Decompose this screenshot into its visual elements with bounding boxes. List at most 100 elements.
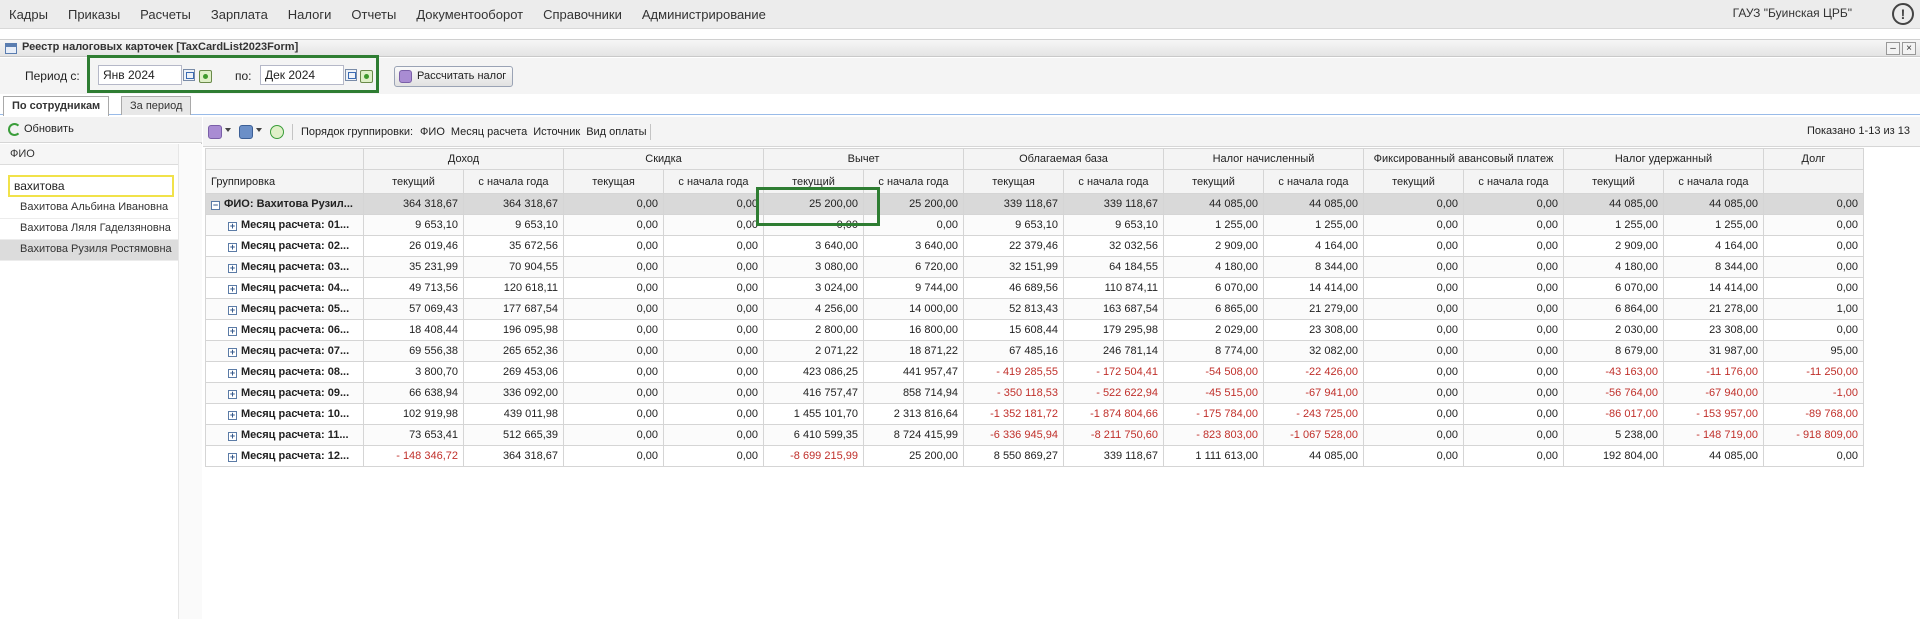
expand-icon[interactable]: + bbox=[228, 411, 237, 420]
month-group-row[interactable]: + Месяц расчета: 04... 49 713,56 120 618,11… bbox=[205, 277, 1864, 299]
expand-icon[interactable]: + bbox=[228, 306, 237, 315]
column-subheader[interactable]: с начала года bbox=[1063, 169, 1164, 194]
tab-by-employee[interactable]: По сотрудникам bbox=[3, 96, 110, 116]
group-field-payment-type[interactable]: Вид оплаты bbox=[586, 126, 646, 138]
month-group-row[interactable]: + Месяц расчета: 06... 18 408,44 196 095,98… bbox=[205, 319, 1864, 341]
column-subheader[interactable]: текущий bbox=[1563, 169, 1664, 194]
group-cell[interactable]: + Месяц расчета: 10... bbox=[205, 403, 364, 425]
month-group-row[interactable]: + Месяц расчета: 03... 35 231,99 70 904,55 0… bbox=[205, 256, 1864, 278]
refresh-button[interactable]: Обновить bbox=[8, 123, 74, 136]
column-group-header[interactable]: Облагаемая база bbox=[963, 148, 1164, 170]
group-cell[interactable]: + Месяц расчета: 08... bbox=[205, 361, 364, 383]
column-subheader[interactable]: с начала года bbox=[1463, 169, 1564, 194]
settings-icon[interactable] bbox=[208, 125, 222, 139]
print-icon[interactable] bbox=[239, 125, 253, 139]
column-subheader[interactable]: с начала года bbox=[1263, 169, 1364, 194]
month-group-row[interactable]: + Месяц расчета: 08... 3 800,70 269 453,06 0… bbox=[205, 361, 1864, 383]
expand-icon[interactable]: + bbox=[228, 285, 237, 294]
tab-by-period[interactable]: За период bbox=[121, 96, 192, 115]
group-cell[interactable]: + Месяц расчета: 07... bbox=[205, 340, 364, 362]
group-field-month[interactable]: Месяц расчета bbox=[451, 126, 527, 138]
column-group-header[interactable]: Скидка bbox=[563, 148, 764, 170]
close-button[interactable]: × bbox=[1902, 42, 1916, 55]
employee-group-row[interactable]: − ФИО: Вахитова Рузил... 364 318,67 364 318… bbox=[205, 193, 1864, 215]
group-cell[interactable]: + Месяц расчета: 09... bbox=[205, 382, 364, 404]
column-subheader[interactable]: с начала года bbox=[463, 169, 564, 194]
column-group-header[interactable]: Доход bbox=[363, 148, 564, 170]
group-cell[interactable]: + Месяц расчета: 02... bbox=[205, 235, 364, 257]
menu-item[interactable]: Кадры bbox=[0, 0, 58, 29]
month-group-row[interactable]: + Месяц расчета: 07... 69 556,38 265 652,36… bbox=[205, 340, 1864, 362]
column-subheader[interactable]: текущий bbox=[1163, 169, 1264, 194]
menu-item[interactable]: Зарплата bbox=[201, 0, 278, 29]
column-group-header[interactable]: Долг bbox=[1763, 148, 1864, 170]
expand-icon[interactable]: + bbox=[228, 327, 237, 336]
employee-item[interactable]: Вахитова Ляля Гаделзяновна bbox=[0, 219, 178, 240]
month-group-row[interactable]: + Месяц расчета: 12... - 148 346,72 364 318… bbox=[205, 445, 1864, 467]
column-subheader[interactable]: с начала года bbox=[663, 169, 764, 194]
group-field-source[interactable]: Источник bbox=[533, 126, 580, 138]
value-cell: 35 231,99 bbox=[363, 256, 464, 278]
group-cell[interactable]: + Месяц расчета: 03... bbox=[205, 256, 364, 278]
dropdown-arrow-icon[interactable] bbox=[225, 128, 231, 132]
expand-icon[interactable]: + bbox=[228, 243, 237, 252]
calculate-tax-button[interactable]: Рассчитать налог bbox=[394, 66, 514, 87]
fio-column-header[interactable]: ФИО bbox=[0, 144, 178, 165]
month-group-row[interactable]: + Месяц расчета: 10... 102 919,98 439 011,9… bbox=[205, 403, 1864, 425]
column-group-header[interactable]: Налог начисленный bbox=[1163, 148, 1364, 170]
column-subheader[interactable]: текущий bbox=[363, 169, 464, 194]
expand-icon[interactable]: + bbox=[228, 453, 237, 462]
collapse-icon[interactable]: − bbox=[211, 201, 220, 210]
value-cell: 8 679,00 bbox=[1563, 340, 1664, 362]
column-subheader[interactable]: с начала года bbox=[863, 169, 964, 194]
expand-icon[interactable]: + bbox=[228, 432, 237, 441]
value-cell: 0,00 bbox=[563, 361, 664, 383]
group-cell[interactable]: − ФИО: Вахитова Рузил... bbox=[205, 193, 364, 215]
column-subheader[interactable]: текущий bbox=[1363, 169, 1464, 194]
expand-icon[interactable]: + bbox=[228, 222, 237, 231]
expand-icon[interactable]: + bbox=[228, 264, 237, 273]
menu-item[interactable]: Администрирование bbox=[632, 0, 776, 29]
menu-item[interactable]: Расчеты bbox=[130, 0, 201, 29]
column-subheader[interactable]: с начала года bbox=[1663, 169, 1764, 194]
column-group-header[interactable]: Вычет bbox=[763, 148, 964, 170]
value-cell: 2 071,22 bbox=[763, 340, 864, 362]
month-group-row[interactable]: + Месяц расчета: 11... 73 653,41 512 665,39… bbox=[205, 424, 1864, 446]
expand-icon[interactable]: + bbox=[228, 348, 237, 357]
group-cell[interactable]: + Месяц расчета: 12... bbox=[205, 445, 364, 467]
alert-icon[interactable]: ! bbox=[1892, 3, 1914, 25]
menu-item[interactable]: Налоги bbox=[278, 0, 342, 29]
group-field-fio[interactable]: ФИО bbox=[420, 126, 445, 138]
column-subheader[interactable] bbox=[1763, 169, 1864, 194]
group-cell[interactable]: + Месяц расчета: 06... bbox=[205, 319, 364, 341]
minimize-button[interactable]: – bbox=[1886, 42, 1900, 55]
refresh-icon[interactable] bbox=[270, 125, 284, 139]
employee-item-selected[interactable]: Вахитова Рузиля Ростямовна bbox=[0, 240, 178, 261]
menu-item[interactable]: Приказы bbox=[58, 0, 130, 29]
menu-item[interactable]: Справочники bbox=[533, 0, 632, 29]
column-group-header[interactable]: Налог удержанный bbox=[1563, 148, 1764, 170]
month-group-row[interactable]: + Месяц расчета: 02... 26 019,46 35 672,56 0… bbox=[205, 235, 1864, 257]
menu-item[interactable]: Документооборот bbox=[406, 0, 533, 29]
menu-item[interactable]: Отчеты bbox=[341, 0, 406, 29]
group-cell[interactable]: + Месяц расчета: 04... bbox=[205, 277, 364, 299]
column-subheader[interactable]: текущая bbox=[563, 169, 664, 194]
employee-list-scrollbar[interactable] bbox=[178, 144, 202, 619]
month-group-row[interactable]: + Месяц расчета: 09... 66 638,94 336 092,00… bbox=[205, 382, 1864, 404]
column-subheader[interactable]: текущий bbox=[763, 169, 864, 194]
dropdown-arrow-icon[interactable] bbox=[256, 128, 262, 132]
month-group-row[interactable]: + Месяц расчета: 05... 57 069,43 177 687,54… bbox=[205, 298, 1864, 320]
column-group-header[interactable]: Фиксированный авансовый платеж bbox=[1363, 148, 1564, 170]
expand-icon[interactable]: + bbox=[228, 369, 237, 378]
month-group-row[interactable]: + Месяц расчета: 01... 9 653,10 9 653,10 0,0… bbox=[205, 214, 1864, 236]
employee-item[interactable]: Вахитова Альбина Ивановна bbox=[0, 198, 178, 219]
employee-panel: Обновить ФИО вахитова Вахитова Альбина И… bbox=[0, 117, 202, 619]
group-column-header[interactable]: Группировка bbox=[205, 169, 364, 194]
group-cell[interactable]: + Месяц расчета: 11... bbox=[205, 424, 364, 446]
expand-icon[interactable]: + bbox=[228, 390, 237, 399]
group-cell[interactable]: + Месяц расчета: 01... bbox=[205, 214, 364, 236]
column-subheader[interactable]: текущая bbox=[963, 169, 1064, 194]
org-name[interactable]: ГАУЗ "Буинская ЦРБ" bbox=[1733, 0, 1852, 27]
employee-search-input[interactable]: вахитова bbox=[8, 175, 174, 197]
group-cell[interactable]: + Месяц расчета: 05... bbox=[205, 298, 364, 320]
